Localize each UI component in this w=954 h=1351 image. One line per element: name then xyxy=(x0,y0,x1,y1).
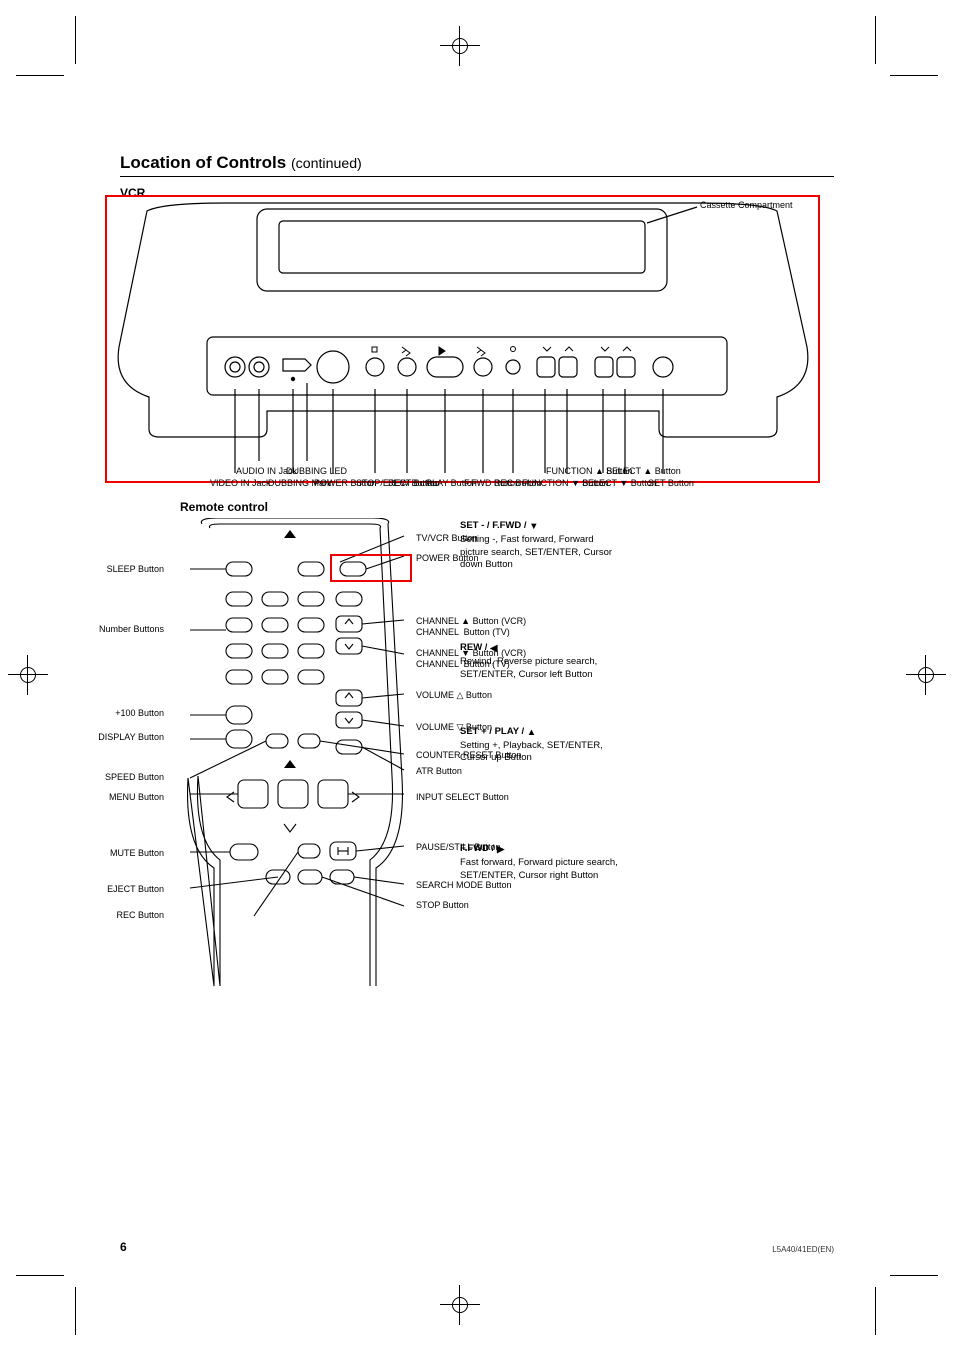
remote-figure xyxy=(180,518,410,988)
section-remote-heading: Remote control xyxy=(180,500,268,515)
label-menu: MENU Button xyxy=(109,792,164,803)
label-sleep: SLEEP Button xyxy=(107,564,164,575)
title-cont: (continued) xyxy=(291,156,362,172)
label-atr: ATR Button xyxy=(416,766,462,777)
multi-item-0: SET - / F.FWD / ▼ Setting -, Fast forwar… xyxy=(460,520,840,572)
label-speed: SPEED Button xyxy=(105,772,164,783)
footer-id: L5A40/41ED(EN) xyxy=(772,1245,834,1255)
label-video-in: VIDEO IN Jack xyxy=(210,478,271,489)
triangle-down-icon: ▼ xyxy=(529,521,538,534)
multi-function-notes: SET - / F.FWD / ▼ Setting -, Fast forwar… xyxy=(460,520,840,891)
label-sel-down: SELECT ▼ Button xyxy=(582,478,657,489)
label-display: DISPLAY Button xyxy=(98,732,164,743)
triangle-up-icon: ▲ xyxy=(527,727,536,740)
multi-item-3: F.FWD / ▶ Fast forward, Forward picture … xyxy=(460,843,840,882)
label-stop: STOP Button xyxy=(416,900,469,911)
label-p100: +100 Button xyxy=(115,708,164,719)
title-rule xyxy=(120,176,834,177)
label-cassette: Cassette Compartment xyxy=(700,200,793,211)
label-set: SET Button xyxy=(648,478,694,489)
label-rec2: REC Button xyxy=(116,910,164,921)
label-dubbing-led: DUBBING LED xyxy=(286,466,347,477)
multi-item-2: SET + / PLAY / ▲ Setting +, Playback, SE… xyxy=(460,726,840,765)
page-title: Location of Controls (continued) xyxy=(120,152,362,174)
multi-item-1: REW / ◀ Rewind, Reverse picture search, … xyxy=(460,642,840,681)
vcr-figure xyxy=(105,195,820,483)
triangle-left-icon: ◀ xyxy=(490,643,497,656)
triangle-right-icon: ▶ xyxy=(497,844,504,857)
label-numbers: Number Buttons xyxy=(99,624,164,635)
label-sel-up: SELECT ▲ Button xyxy=(606,466,681,477)
title-main: Location of Controls xyxy=(120,153,286,172)
label-eject: EJECT Button xyxy=(107,884,164,895)
page-number: 6 xyxy=(120,1240,127,1255)
label-mute: MUTE Button xyxy=(110,848,164,859)
